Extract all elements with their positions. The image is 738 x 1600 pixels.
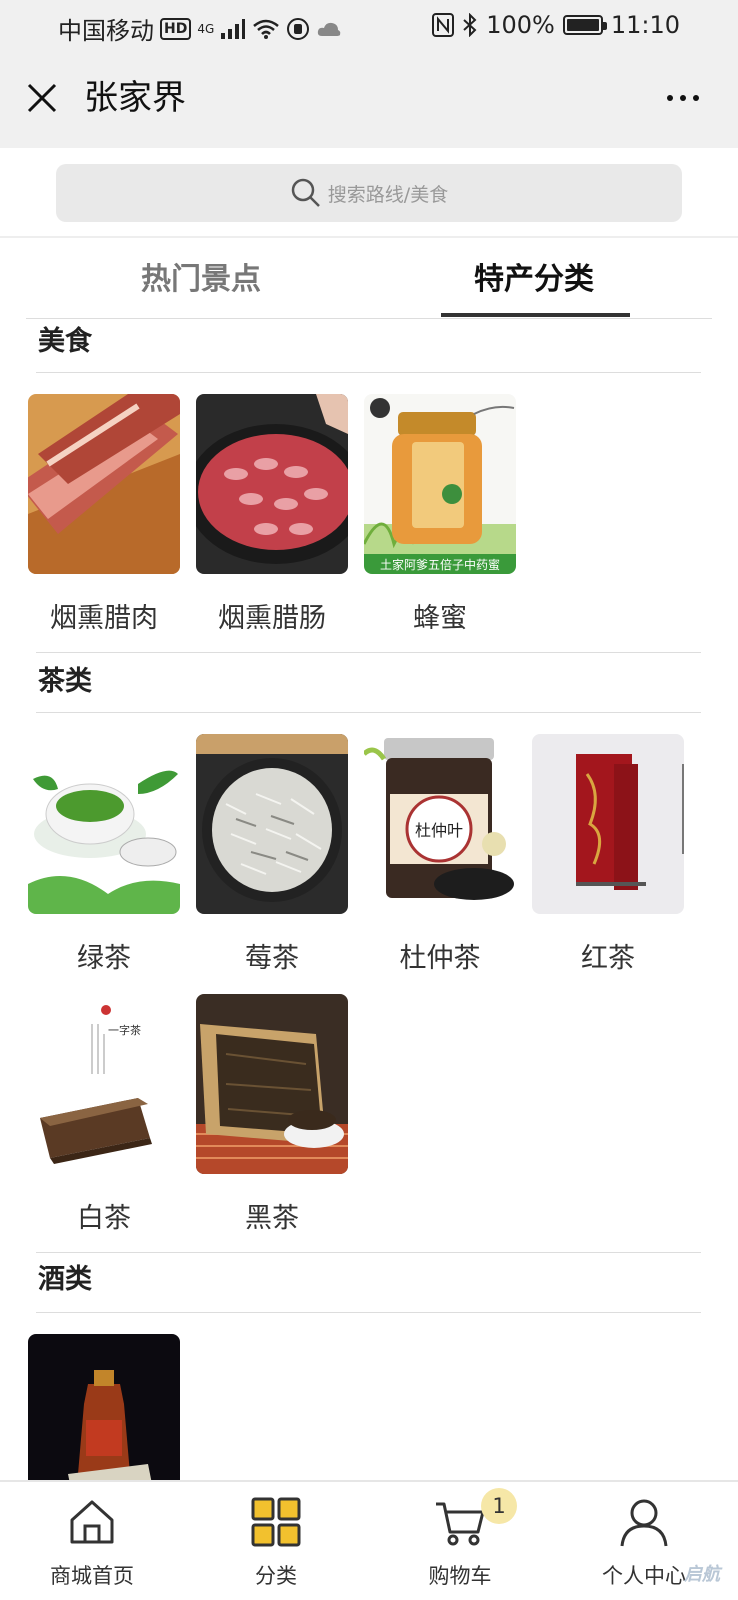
carrier-name: 中国移动 [58,17,154,45]
product-label: 白茶 [77,1203,131,1234]
search-placeholder: 搜索路线/美食 [327,183,449,206]
battery-icon [562,15,607,35]
tab-hot-attractions[interactable]: 热门景点 [141,260,261,300]
product-item[interactable]: 绿茶 [28,734,180,974]
product-label: 烟熏腊肉 [50,603,158,634]
search-input[interactable]: 搜索路线/美食 [56,164,682,222]
more-dot-icon [667,95,673,101]
nav-cart[interactable]: 购物车 [368,1482,552,1600]
product-image-caption: 一字茶 [108,1023,141,1037]
more-dot-icon [680,95,686,101]
wifi-icon [253,19,280,39]
cart-badge: 1 [481,1488,517,1524]
divider [36,712,701,713]
cart-icon [436,1502,485,1546]
more-dot-icon [693,95,699,101]
status-bar: 中国移动 HD 4G 100% 11:10 [0,0,738,52]
hand-icon [287,17,310,40]
hd-icon: HD [160,17,192,40]
nav-label: 商城首页 [50,1564,134,1588]
divider [26,318,712,319]
nav-home[interactable]: 商城首页 [0,1482,184,1600]
category-content: 美食 烟熏腊肉 烟熏腊肠 土家阿爹五倍子中药蜜 蜂蜜 茶类 绿茶 莓茶 杜仲叶 … [0,320,738,1480]
product-label: 绿茶 [77,943,131,974]
nav-label: 分类 [255,1564,297,1588]
product-image-honey: 土家阿爹五倍子中药蜜 [364,394,516,574]
search-area: 搜索路线/美食 [0,148,738,238]
tab-specialty-categories[interactable]: 特产分类 [474,260,594,300]
section-title-food: 美食 [38,326,92,357]
divider [36,372,701,373]
product-image-vine-tea [196,734,348,914]
cloud-icon [318,22,341,36]
product-label: 烟熏腊肠 [218,603,326,634]
top-bar: 中国移动 HD 4G 100% 11:10 张家界 [0,0,738,148]
product-image-caption: 杜仲叶 [415,821,463,840]
more-options-button[interactable] [658,76,708,120]
product-item[interactable]: 红茶 [532,734,684,974]
product-item[interactable]: 土家阿爹五倍子中药蜜 蜂蜜 [364,394,516,634]
product-image-dark-tea [196,994,348,1174]
product-item[interactable]: 一字茶 白茶 [28,994,180,1234]
product-label: 红茶 [581,943,635,974]
divider [36,1312,701,1313]
divider [36,652,701,653]
product-item[interactable]: 杜仲叶 杜仲茶 [364,734,516,974]
product-image-sausage [196,394,348,574]
close-button[interactable] [20,76,64,120]
product-image-green-tea [28,734,180,914]
section-title-liquor: 酒类 [38,1264,92,1295]
section-title-tea: 茶类 [38,666,92,697]
divider [36,1252,701,1253]
product-image-black-tea [532,734,684,914]
watermark: 启航 [684,1564,720,1585]
nfc-icon [432,13,455,37]
page-title: 张家界 [84,78,186,118]
product-image-white-tea: 一字茶 [28,994,180,1174]
nav-label: 购物车 [428,1564,492,1588]
active-tab-indicator [441,313,630,317]
close-icon [27,83,57,113]
product-label: 蜂蜜 [413,603,467,634]
product-image-bacon [28,394,180,574]
user-icon [620,1499,668,1547]
product-item[interactable]: 烟熏腊肠 [196,394,348,634]
signal-icon [221,18,246,39]
search-icon [291,178,320,207]
product-item[interactable] [28,1334,180,1480]
product-label: 杜仲茶 [399,943,481,974]
clock: 11:10 [610,11,680,39]
home-icon [70,1500,114,1544]
product-image-eucommia-tea: 杜仲叶 [364,734,516,914]
bluetooth-icon [463,13,477,37]
title-bar: 张家界 [0,52,738,148]
product-item[interactable]: 烟熏腊肉 [28,394,180,634]
product-item[interactable]: 莓茶 [196,734,348,974]
network-type: 4G [197,21,215,36]
nav-category[interactable]: 分类 [184,1482,368,1600]
tab-bar: 热门景点 特产分类 [0,238,738,320]
bottom-nav: 商城首页 分类 购物车 1 个人中心 启航 [0,1480,738,1600]
product-image-caption: 土家阿爹五倍子中药蜜 [380,557,500,572]
page: { "status_bar": { "carrier": "中国移动", "hd… [0,0,738,1600]
battery-percent: 100% [486,11,555,39]
category-grid-icon [251,1497,301,1547]
product-label: 黑茶 [245,1203,299,1234]
product-item[interactable]: 黑茶 [196,994,348,1234]
product-label: 莓茶 [245,943,299,974]
product-image-liquor [28,1334,180,1480]
